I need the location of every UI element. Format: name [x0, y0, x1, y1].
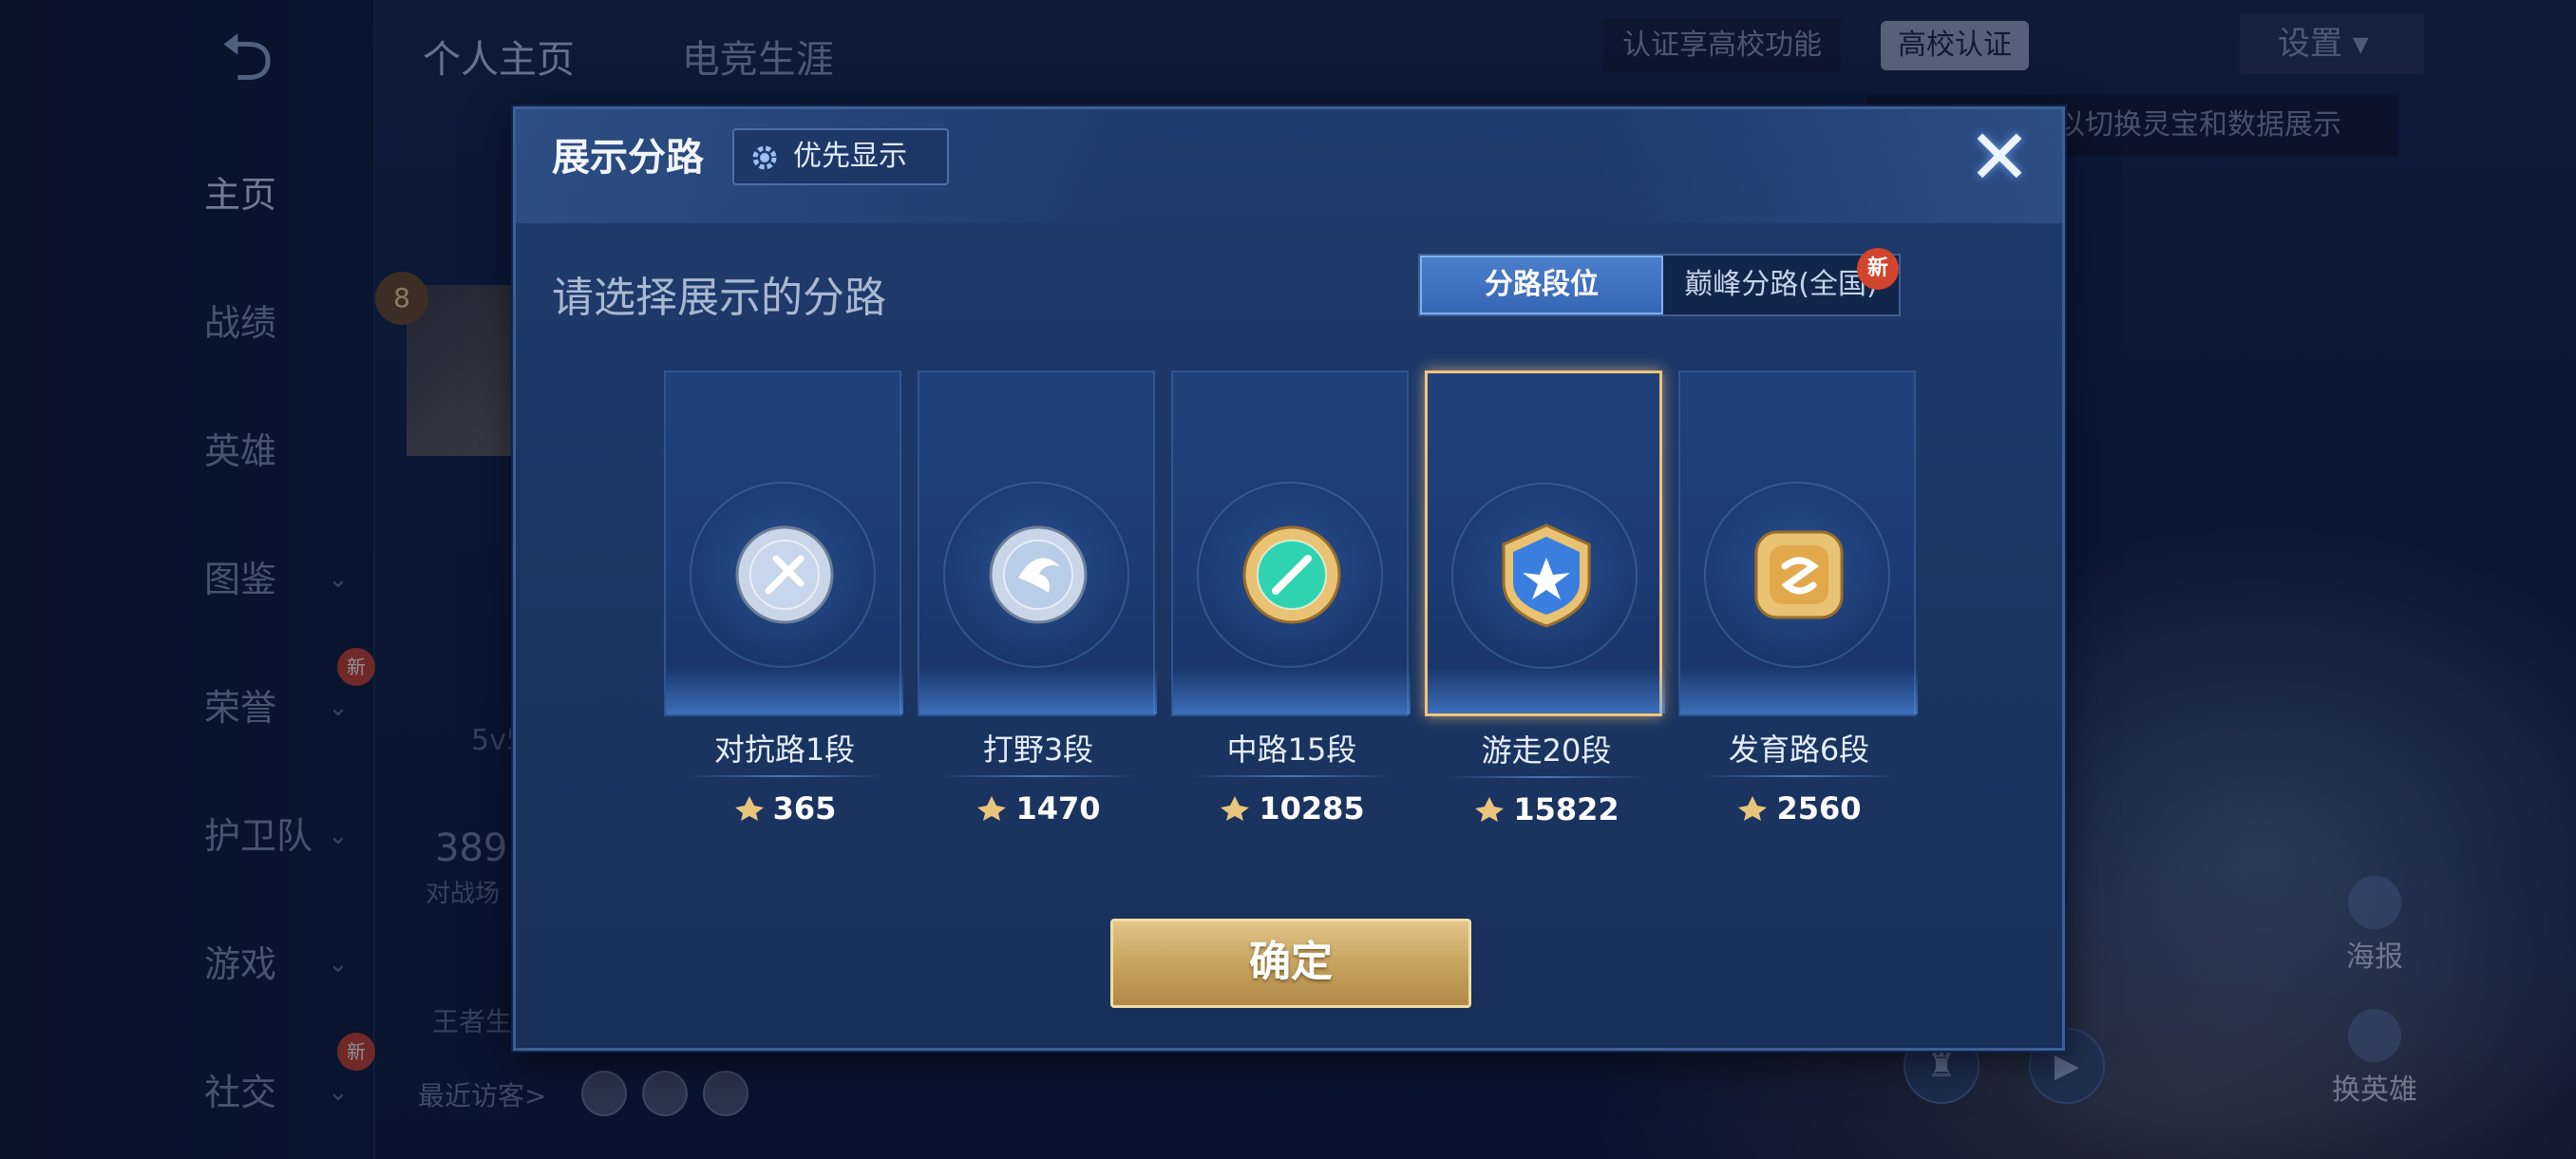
- points-icon: [977, 796, 1007, 821]
- lane-card[interactable]: 打野3段 1470: [918, 370, 1157, 826]
- tab-peak-lane-label: 巅峰分路(全国): [1684, 268, 1878, 301]
- lane-card[interactable]: 发育路6段 2560: [1678, 370, 1918, 826]
- tab-lane-rank-label: 分路段位: [1485, 268, 1599, 301]
- roam-emblem: [1502, 523, 1591, 628]
- farm-lane-emblem: [1754, 530, 1844, 619]
- gear-icon: [752, 145, 777, 170]
- card-glow: [919, 667, 1157, 714]
- lane-card[interactable]: 中路15段 10285: [1171, 370, 1411, 826]
- divider: [1699, 775, 1899, 777]
- divider: [685, 775, 884, 777]
- lane-score-value: 2560: [1776, 790, 1862, 826]
- priority-display-label: 优先显示: [793, 140, 907, 173]
- lane-display-dialog: 展示分路 优先显示 ✕ 请选择展示的分路 分路段位 巅峰分路(全国) 新 对抗路…: [513, 106, 2065, 1051]
- lane-score: 10285: [1173, 790, 1411, 826]
- card-glow: [1428, 666, 1665, 713]
- lane-card[interactable]: 对抗路1段 365: [664, 370, 903, 826]
- tab-peak-lane[interactable]: 巅峰分路(全国) 新: [1663, 248, 1899, 314]
- divider: [1447, 776, 1646, 778]
- jungle-emblem: [989, 525, 1088, 624]
- lane-score-value: 10285: [1259, 790, 1365, 826]
- lane-card[interactable]: 游走20段 15822: [1425, 370, 1665, 827]
- lane-rank-label: 打野3段: [982, 732, 1094, 768]
- lane-score: 2560: [1680, 790, 1918, 826]
- lane-rank-label: 中路15段: [1226, 732, 1357, 768]
- divider: [938, 775, 1138, 777]
- lane-score-value: 15822: [1513, 791, 1619, 827]
- card-glow: [1680, 667, 1918, 714]
- lane-score: 365: [666, 790, 903, 826]
- lane-score: 15822: [1428, 791, 1665, 827]
- points-icon: [1475, 797, 1505, 822]
- lane-rank-label: 游走20段: [1481, 732, 1612, 769]
- select-lane-prompt: 请选择展示的分路: [552, 274, 886, 322]
- clash-lane-emblem: [735, 525, 834, 624]
- card-glow: [666, 667, 903, 714]
- close-icon[interactable]: ✕: [1963, 120, 2036, 197]
- points-icon: [1221, 796, 1250, 821]
- new-badge: 新: [1857, 248, 1899, 290]
- tab-lane-rank[interactable]: 分路段位: [1420, 256, 1663, 314]
- confirm-button[interactable]: 确定: [1110, 919, 1471, 1008]
- lane-rank-label: 发育路6段: [1728, 732, 1870, 768]
- mid-lane-emblem: [1242, 525, 1341, 624]
- lane-score: 1470: [919, 790, 1157, 826]
- divider: [1192, 775, 1392, 777]
- lane-score-value: 365: [772, 790, 837, 826]
- points-icon: [734, 796, 764, 821]
- lane-rank-label: 对抗路1段: [713, 732, 856, 768]
- lane-mode-tabs: 分路段位 巅峰分路(全国) 新: [1418, 248, 1901, 316]
- points-icon: [1738, 796, 1768, 821]
- priority-display-button[interactable]: 优先显示: [732, 128, 949, 185]
- dialog-title: 展示分路: [552, 136, 704, 180]
- lane-score-value: 1470: [1015, 790, 1101, 826]
- card-glow: [1173, 667, 1411, 714]
